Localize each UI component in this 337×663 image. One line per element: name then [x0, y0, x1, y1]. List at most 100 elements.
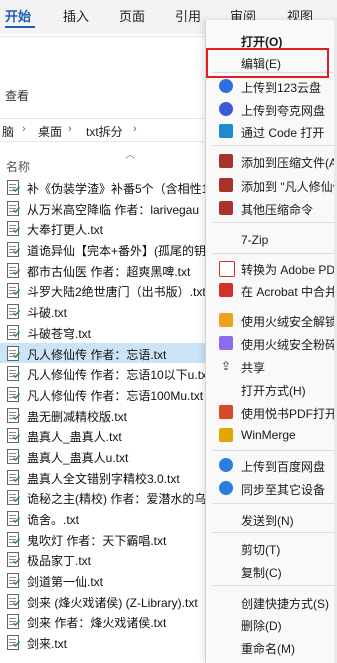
baidu-icon [219, 458, 233, 472]
checkmark-icon [13, 392, 20, 399]
file-name: 鬼吹灯 作者：天下霸唱.txt [27, 533, 167, 548]
file-name: 蛊无删减精校版.txt [27, 409, 128, 424]
tab-insert[interactable]: 插入 [63, 6, 89, 25]
menu-item-upload-baidu[interactable]: 上传到百度网盘 [206, 455, 337, 475]
file-row[interactable]: 蛊真人_蛊真人u.txt [0, 446, 205, 467]
winmerge-icon [219, 428, 233, 442]
menu-item-acrobat-merge[interactable]: 在 Acrobat 中合并 [206, 280, 337, 300]
checkmark-icon [13, 475, 20, 482]
menu-item-delete[interactable]: 删除(D) [206, 614, 337, 634]
menu-item-label: 7-Zip [241, 233, 269, 247]
menu-item-open-with-code[interactable]: 通过 Code 打开 [206, 121, 337, 141]
menu-item-winmerge[interactable]: WinMerge [206, 425, 337, 445]
breadcrumb-pc[interactable]: 脑 [2, 123, 14, 140]
file-row[interactable]: 凡人修仙传 作者：忘语10以下u.tx [0, 363, 205, 384]
acrobat-icon [219, 283, 233, 297]
menu-item-label: 上传到百度网盘 [241, 460, 326, 474]
file-row[interactable]: 蛊真人_蛊真人.txt [0, 425, 205, 446]
tab-reference[interactable]: 引用 [175, 6, 201, 25]
menu-item-open[interactable]: 打开(O) [206, 30, 337, 50]
checkmark-icon [13, 454, 20, 461]
menu-item-label: 使用悦书PDF打开 [241, 407, 337, 421]
file-name: 诡舍。.txt [27, 513, 80, 527]
checkmark-icon [13, 434, 20, 441]
file-row[interactable]: 诡舍。.txt [0, 508, 205, 529]
file-row[interactable]: 斗罗大陆2绝世唐门（出书版）.txt [0, 280, 205, 301]
file-name: 凡人修仙传 作者：忘语10以下u.tx [27, 368, 205, 383]
menu-item-copy[interactable]: 复制(C) [206, 561, 337, 581]
breadcrumb-txt-folder[interactable]: txt拆分 [86, 123, 123, 140]
menu-item-share[interactable]: ⇪ 共享 [206, 356, 337, 376]
file-name: 剑来 (烽火戏诸侯) (Z-Library).txt [27, 595, 198, 610]
menu-item-label: 添加到压缩文件(A) [241, 156, 337, 170]
file-row[interactable]: 鬼吹灯 作者：天下霸唱.txt [0, 529, 205, 550]
file-row[interactable]: 剑来 作者：烽火戏诸侯.txt [0, 611, 205, 632]
file-row[interactable]: 大奉打更人.txt [0, 218, 205, 239]
checkmark-icon [13, 289, 20, 296]
file-row[interactable]: 剑道第一仙.txt [0, 570, 205, 591]
menu-item-label: 删除(D) [241, 619, 282, 633]
menu-item-add-to-named-archive[interactable]: 添加到 "凡人修仙传 [206, 175, 337, 195]
file-row[interactable]: 斗破苍穹.txt [0, 322, 205, 343]
file-row-selected[interactable]: 凡人修仙传 作者：忘语.txt [0, 342, 205, 364]
menu-item-huorong-unlock[interactable]: 使用火绒安全解锁 [206, 310, 337, 330]
file-row[interactable]: 蛊真人全文错别字精校3.0.txt [0, 467, 205, 488]
vscode-icon [219, 124, 233, 138]
menu-item-label: 通过 Code 打开 [241, 126, 325, 140]
file-row[interactable]: 蛊无删减精校版.txt [0, 405, 205, 426]
menu-item-7zip[interactable]: 7-Zip [206, 230, 337, 250]
file-row[interactable]: 都市古仙医 作者：超爽黑啤.txt [0, 260, 205, 281]
menu-item-send-to[interactable]: 发送到(N) [206, 509, 337, 529]
breadcrumb-desktop[interactable]: 桌面 [38, 123, 62, 140]
chevron-right-icon[interactable]: › [22, 123, 26, 135]
file-row[interactable]: 补《伪装学渣》补番5个（含相性1 [0, 177, 205, 198]
checkmark-icon [13, 330, 20, 337]
checkmark-icon [13, 641, 20, 648]
menu-item-sync-devices[interactable]: 同步至其它设备 [206, 478, 337, 498]
menu-item-other-compress[interactable]: 其他压缩命令 [206, 198, 337, 218]
file-row[interactable]: 凡人修仙传 作者：忘语100Mu.txt [0, 384, 205, 405]
tab-home[interactable]: 开始 [5, 6, 31, 25]
file-row[interactable]: 诡秘之主(精校) 作者：爱潜水的乌 [0, 487, 205, 508]
file-row[interactable]: 道诡异仙【完本+番外】(孤尾的钥 [0, 239, 205, 260]
menu-item-label: 重命名(M) [241, 642, 295, 656]
menu-item-convert-adobe-pdf[interactable]: 转换为 Adobe PD [206, 258, 337, 278]
tab-page[interactable]: 页面 [119, 6, 145, 25]
highlight-annotation-box [206, 48, 329, 78]
chevron-right-icon[interactable]: › [68, 123, 72, 135]
chevron-right-icon[interactable]: › [133, 123, 137, 135]
file-row[interactable]: 从万米高空降临 作者：larivegau [0, 198, 205, 219]
menu-item-label: 在 Acrobat 中合并 [241, 285, 337, 299]
file-row[interactable]: 斗破.txt [0, 301, 205, 322]
address-bar[interactable]: 脑 › 桌面 › txt拆分 › [0, 118, 205, 142]
checkmark-icon [13, 517, 20, 523]
menu-item-huorong-shred[interactable]: 使用火绒安全粉碎 [206, 333, 337, 353]
file-row[interactable]: 剑来.txt [0, 632, 205, 653]
menu-item-open-with[interactable]: 打开方式(H) [206, 379, 337, 399]
checkmark-icon [13, 620, 20, 627]
file-row[interactable]: 极品家丁.txt [0, 549, 205, 570]
file-name: 蛊真人_蛊真人u.txt [27, 450, 129, 465]
checkmark-icon [13, 248, 20, 255]
menu-item-upload-123[interactable]: 上传到123云盘 [206, 76, 337, 96]
checkmark-icon [13, 537, 20, 544]
checkmark-icon [13, 227, 20, 234]
menu-item-upload-quark[interactable]: 上传到夸克网盘 [206, 99, 337, 119]
menu-item-label: 转换为 Adobe PD [241, 263, 336, 277]
menu-item-label: 同步至其它设备 [241, 483, 326, 497]
file-row[interactable]: 剑来 (烽火戏诸侯) (Z-Library).txt [0, 591, 205, 612]
view-menu-button[interactable]: 查看 [5, 87, 29, 104]
menu-separator [212, 532, 337, 533]
checkmark-icon [13, 206, 20, 213]
column-header-name[interactable]: 名称 [6, 158, 30, 175]
menu-item-label: 共享 [241, 361, 266, 375]
file-name: 剑来 作者：烽火戏诸侯.txt [27, 616, 167, 631]
menu-item-create-shortcut[interactable]: 创建快捷方式(S) [206, 592, 337, 612]
checkmark-icon [13, 268, 20, 275]
menu-item-cut[interactable]: 剪切(T) [206, 538, 337, 558]
menu-item-add-archive[interactable]: 添加到压缩文件(A) [206, 151, 337, 171]
menu-item-rename[interactable]: 重命名(M) [206, 637, 337, 657]
menu-item-yueshu-pdf[interactable]: 使用悦书PDF打开 [206, 402, 337, 422]
checkmark-icon [13, 599, 20, 606]
yueshu-pdf-icon [219, 405, 233, 419]
